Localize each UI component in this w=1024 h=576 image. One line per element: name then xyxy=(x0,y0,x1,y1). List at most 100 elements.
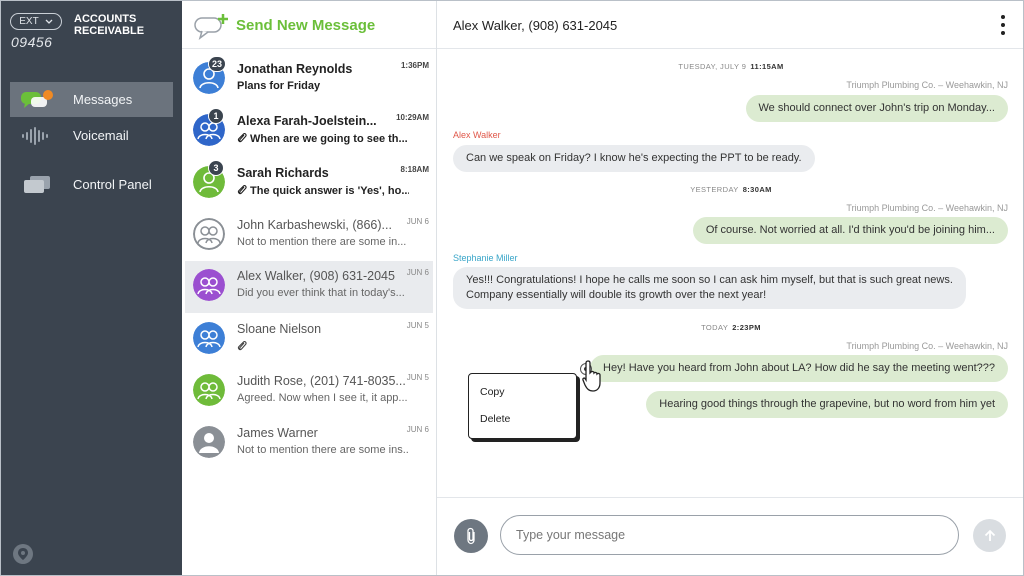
conversation-name: Jonathan Reynolds xyxy=(237,62,353,76)
sidebar-item-label: Control Panel xyxy=(73,177,152,192)
chat-header: Alex Walker, (908) 631-2045 xyxy=(437,1,1023,49)
send-new-message-button[interactable]: Send New Message xyxy=(182,1,436,49)
conversation-name: Sloane Nielson xyxy=(237,322,322,336)
message-bubble-outgoing[interactable]: We should connect over John's trip on Mo… xyxy=(745,95,1008,122)
conversation-time: 10:29AM xyxy=(396,113,429,122)
conversation-preview: Not to mention there are some in... xyxy=(237,236,407,248)
conversation-item[interactable]: James Warner Not to mention there are so… xyxy=(185,418,433,470)
message-sender: Triumph Plumbing Co. – Weehawkin, NJ xyxy=(846,203,1008,213)
location-pin-icon[interactable] xyxy=(13,544,33,564)
attachment-icon xyxy=(237,185,247,195)
attach-button[interactable] xyxy=(454,519,488,553)
conversation-item[interactable]: John Karbashewski, (866)... Not to menti… xyxy=(185,210,433,262)
conversation-preview: Did you ever think that in today's... xyxy=(237,287,405,299)
conversation-item[interactable]: Judith Rose, (201) 741-8035... Agreed. N… xyxy=(185,366,433,418)
message-sender: Alex Walker xyxy=(453,130,501,140)
attachment-icon xyxy=(237,341,247,351)
extension-number: 09456 xyxy=(11,34,53,50)
conversation-time: JUN 6 xyxy=(406,217,429,226)
divider-day: TODAY xyxy=(701,323,729,332)
voicemail-waveform-icon xyxy=(20,125,54,147)
hand-cursor-icon xyxy=(582,360,601,392)
message-bubble-outgoing[interactable]: Hearing good things through the grapevin… xyxy=(646,391,1008,418)
message-bubble-outgoing[interactable]: Hey! Have you heard from John about LA? … xyxy=(590,355,1008,382)
conversation-time: JUN 5 xyxy=(406,373,429,382)
unread-badge: 23 xyxy=(208,56,227,72)
extension-selector[interactable]: EXT xyxy=(10,13,62,30)
message-input[interactable] xyxy=(500,515,959,555)
context-menu-delete[interactable]: Delete xyxy=(480,413,510,425)
conversation-list: Send New Message 23 Jonathan Reynolds Pl… xyxy=(182,1,437,575)
send-new-message-label: Send New Message xyxy=(236,17,376,34)
conversation-name: Sarah Richards xyxy=(237,166,329,180)
extension-label: EXT xyxy=(19,16,39,27)
sidebar-item-label: Voicemail xyxy=(73,128,129,143)
more-options-icon[interactable] xyxy=(999,15,1007,35)
message-text-line: Yes!!! Congratulations! I hope he calls … xyxy=(466,274,953,286)
message-sender: Triumph Plumbing Co. – Weehawkin, NJ xyxy=(846,341,1008,351)
date-divider: YESTERDAY 8:30AM xyxy=(437,185,1023,194)
conversation-preview: The quick answer is 'Yes', ho... xyxy=(237,184,409,197)
sidebar: EXT 09456 ACCOUNTS RECEIVABLE Messages V… xyxy=(1,1,182,575)
avatar xyxy=(193,374,225,406)
control-panel-icon xyxy=(20,174,54,196)
conversation-time: 8:18AM xyxy=(400,165,429,174)
conversation-time: 1:36PM xyxy=(400,61,429,70)
unread-badge: 1 xyxy=(208,108,224,124)
app-frame: EXT 09456 ACCOUNTS RECEIVABLE Messages V… xyxy=(0,0,1024,576)
date-divider: TUESDAY, JULY 9 11:15AM xyxy=(437,62,1023,71)
conversation-name: Judith Rose, (201) 741-8035... xyxy=(237,374,406,388)
paperclip-icon xyxy=(467,527,475,545)
conversation-item[interactable]: 1 Alexa Farah-Joelstein... When are we g… xyxy=(185,106,433,158)
conversation-time: JUN 6 xyxy=(406,268,429,277)
conversation-item[interactable]: Sloane Nielson JUN 5 xyxy=(185,314,433,366)
divider-time: 8:30AM xyxy=(742,185,772,194)
message-text-line: Company essentially will double its grow… xyxy=(466,289,767,301)
conversation-time: JUN 6 xyxy=(406,425,429,434)
new-message-icon xyxy=(194,14,228,40)
context-menu-copy[interactable]: Copy xyxy=(480,386,505,398)
conversation-preview: Not to mention there are some ins... xyxy=(237,444,409,456)
avatar xyxy=(193,218,225,250)
divider-day: TUESDAY, JULY 9 xyxy=(678,62,747,71)
conversation-preview-text: When are we going to see th... xyxy=(250,133,408,145)
message-bubble-outgoing[interactable]: Of course. Not worried at all. I'd think… xyxy=(692,217,1008,244)
account-title: ACCOUNTS RECEIVABLE xyxy=(74,13,145,37)
message-bubble-incoming[interactable]: Can we speak on Friday? I know he's expe… xyxy=(453,145,815,172)
sidebar-item-control-panel[interactable]: Control Panel xyxy=(10,167,173,202)
divider-time: 2:23PM xyxy=(732,323,761,332)
attachment-icon xyxy=(237,133,247,143)
unread-badge: 3 xyxy=(208,160,224,176)
message-context-menu: Copy Delete xyxy=(468,373,577,439)
sidebar-item-voicemail[interactable]: Voicemail xyxy=(10,118,173,153)
message-sender: Stephanie Miller xyxy=(453,253,518,263)
sidebar-item-label: Messages xyxy=(73,92,133,107)
conversation-preview: When are we going to see th... xyxy=(237,132,409,145)
arrow-up-icon xyxy=(984,529,995,541)
conversation-preview-text: The quick answer is 'Yes', ho... xyxy=(250,185,409,197)
sidebar-item-messages[interactable]: Messages xyxy=(10,82,173,117)
conversation-name: Alexa Farah-Joelstein... xyxy=(237,114,377,128)
conversation-item[interactable]: 3 Sarah Richards The quick answer is 'Ye… xyxy=(185,158,433,210)
avatar xyxy=(193,322,225,354)
conversation-item[interactable]: 23 Jonathan Reynolds Plans for Friday 1:… xyxy=(185,54,433,106)
conversation-name: John Karbashewski, (866)... xyxy=(237,218,392,232)
conversation-preview: Plans for Friday xyxy=(237,80,321,92)
chevron-down-icon xyxy=(45,19,53,24)
message-composer xyxy=(437,497,1023,575)
conversation-name: Alex Walker, (908) 631-2045 xyxy=(237,269,395,283)
avatar xyxy=(193,426,225,458)
chat-bubbles-icon xyxy=(20,89,54,111)
message-bubble-incoming[interactable]: Yes!!! Congratulations! I hope he calls … xyxy=(453,267,966,309)
send-button[interactable] xyxy=(973,519,1006,552)
conversation-preview xyxy=(237,340,409,353)
conversation-name: James Warner xyxy=(237,426,318,440)
avatar xyxy=(193,269,225,301)
chat-pane: Alex Walker, (908) 631-2045 TUESDAY, JUL… xyxy=(437,1,1023,575)
conversation-preview: Agreed. Now when I see it, it app... xyxy=(237,392,408,404)
conversation-item-selected[interactable]: Alex Walker, (908) 631-2045 Did you ever… xyxy=(185,261,433,313)
chat-title: Alex Walker, (908) 631-2045 xyxy=(453,18,618,33)
divider-day: YESTERDAY xyxy=(690,185,739,194)
date-divider: TODAY 2:23PM xyxy=(437,323,1023,332)
message-sender: Triumph Plumbing Co. – Weehawkin, NJ xyxy=(846,80,1008,90)
